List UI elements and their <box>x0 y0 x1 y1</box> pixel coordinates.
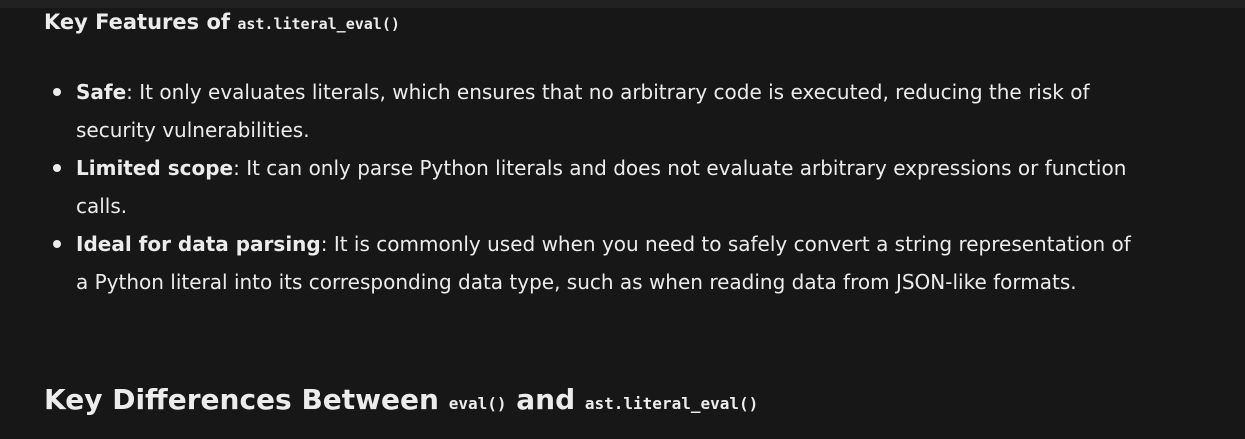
bullet-icon <box>53 240 61 248</box>
feature-description: : It can only parse Python literals and … <box>76 156 1127 218</box>
features-heading-text: Key Features of <box>44 10 231 34</box>
features-heading: Key Features of ast.literal_eval() <box>44 8 400 38</box>
list-item: Safe: It only evaluates literals, which … <box>53 73 1136 149</box>
differences-heading-text: Key Differences Between <box>44 383 439 416</box>
feature-term: Limited scope <box>76 156 234 180</box>
list-item: Limited scope: It can only parse Python … <box>53 149 1136 225</box>
top-bar <box>0 0 1245 8</box>
bullet-icon <box>53 88 61 96</box>
features-list: Safe: It only evaluates literals, which … <box>44 73 1136 301</box>
feature-term: Ideal for data parsing <box>76 232 321 256</box>
differences-heading-and: and <box>516 383 576 416</box>
feature-term: Safe <box>76 80 127 104</box>
list-item: Ideal for data parsing: It is commonly u… <box>53 225 1136 301</box>
differences-heading: Key Differences Between eval() and ast.l… <box>44 380 758 424</box>
differences-heading-code-literal-eval: ast.literal_eval() <box>584 394 759 413</box>
features-heading-code: ast.literal_eval() <box>237 15 400 33</box>
differences-heading-code-eval: eval() <box>448 394 507 413</box>
bullet-icon <box>53 164 61 172</box>
feature-description: : It only evaluates literals, which ensu… <box>76 80 1090 142</box>
